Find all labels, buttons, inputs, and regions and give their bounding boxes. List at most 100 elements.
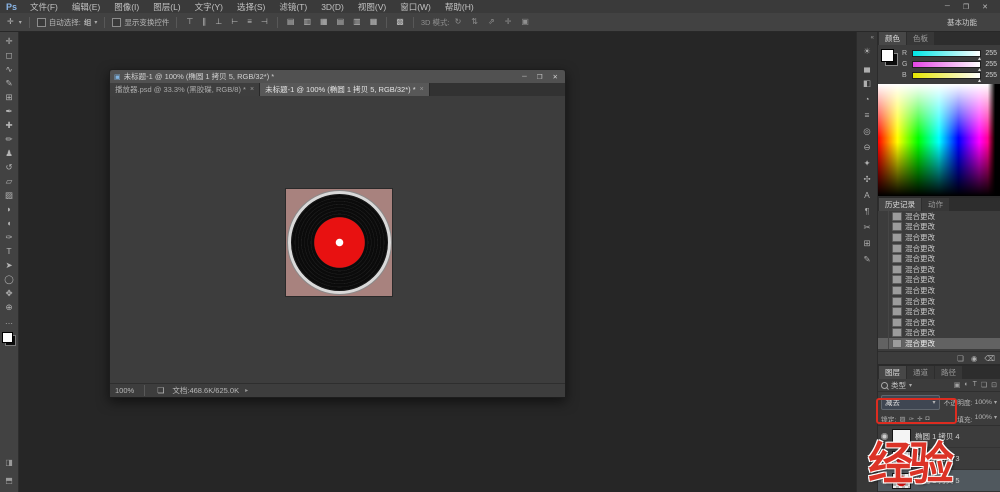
tab-close-icon[interactable]: × xyxy=(420,86,424,93)
marquee-tool-icon[interactable]: ◻ xyxy=(0,48,18,62)
menu-item[interactable]: 3D(D) xyxy=(314,2,351,12)
distribute-bottom-icon[interactable]: ▦ xyxy=(318,18,330,26)
workspace-switcher[interactable]: 基本功能 xyxy=(947,17,977,28)
3d-slide-icon[interactable]: ✛ xyxy=(503,18,514,26)
paragraph-icon[interactable]: ¶ xyxy=(857,203,877,219)
character-styles-icon[interactable]: A xyxy=(857,187,877,203)
filter-adjustment-icon[interactable]: ◐ xyxy=(964,381,968,389)
status-menu-arrow-icon[interactable]: ▸ xyxy=(245,387,248,394)
history-state-row[interactable]: 混合更改 xyxy=(878,264,1000,275)
history-state-row[interactable]: 混合更改 xyxy=(878,317,1000,328)
styles-icon[interactable]: ▄ xyxy=(857,59,877,75)
zoom-tool-icon[interactable]: ⊕ xyxy=(0,300,18,314)
history-source-column[interactable] xyxy=(880,222,889,233)
distribute-top-icon[interactable]: ▤ xyxy=(285,18,297,26)
3d-rotate-icon[interactable]: ↻ xyxy=(453,18,464,26)
delete-state-icon[interactable]: ⌫ xyxy=(984,354,995,363)
history-state-row[interactable]: 混合更改 xyxy=(878,253,1000,264)
menu-item[interactable]: 滤镜(T) xyxy=(272,1,314,13)
adjustments-icon[interactable]: ☀ xyxy=(857,43,877,59)
history-source-column[interactable] xyxy=(880,275,889,286)
clone-stamp-tool-icon[interactable]: ♟ xyxy=(0,146,18,160)
layers-panel-tab[interactable]: 路径 xyxy=(935,366,962,379)
history-source-column[interactable] xyxy=(880,285,889,296)
distribute-right-icon[interactable]: ▦ xyxy=(368,18,380,26)
history-source-column[interactable] xyxy=(880,232,889,243)
align-right-icon[interactable]: ⊣ xyxy=(259,18,270,26)
channel-value[interactable]: 255 xyxy=(984,72,997,79)
new-doc-from-state-icon[interactable]: ❏ xyxy=(957,354,964,363)
brush-panel-icon[interactable]: ⊞ xyxy=(857,235,877,251)
zoom-level[interactable]: 100% xyxy=(115,386,134,395)
layers-panel-tab[interactable]: 通道 xyxy=(907,366,934,379)
auto-select-checkbox[interactable] xyxy=(37,18,46,27)
3d-roll-icon[interactable]: ⇅ xyxy=(469,18,480,26)
edit-toolbar-icon[interactable]: … xyxy=(0,314,18,328)
align-vcenter-icon[interactable]: ∥ xyxy=(200,18,208,26)
history-state-row[interactable]: 混合更改 xyxy=(878,285,1000,296)
document-titlebar[interactable]: ▣ 未标题-1 @ 100% (椭圆 1 拷贝 5, RGB/32*) * ─ … xyxy=(110,70,565,83)
dodge-tool-icon[interactable]: ◖ xyxy=(0,216,18,230)
3d-scale-icon[interactable]: ▣ xyxy=(519,18,531,26)
filter-smart-object-icon[interactable]: ⊡ xyxy=(991,381,997,389)
document-tab[interactable]: 播放器.psd @ 33.3% (黑胶碟, RGB/8) * × xyxy=(110,83,260,96)
timeline-icon[interactable]: ⊖ xyxy=(857,139,877,155)
pen-tool-icon[interactable]: ✑ xyxy=(0,230,18,244)
history-state-row[interactable]: 混合更改 xyxy=(878,328,1000,339)
slider-marker-icon[interactable]: ▲ xyxy=(977,78,982,84)
eyedropper-tool-icon[interactable]: ✒ xyxy=(0,104,18,118)
history-source-column[interactable] xyxy=(880,328,889,339)
history-state-row[interactable]: 混合更改 xyxy=(878,306,1000,317)
path-selection-tool-icon[interactable]: ➤ xyxy=(0,258,18,272)
channel-slider[interactable]: ▲ xyxy=(912,50,981,57)
type-tool-icon[interactable]: T xyxy=(0,244,18,258)
doc-minimize-icon[interactable]: ─ xyxy=(522,73,527,81)
blur-tool-icon[interactable]: ◗ xyxy=(0,202,18,216)
chevron-down-icon[interactable]: ▾ xyxy=(994,414,997,424)
history-source-column[interactable] xyxy=(880,296,889,307)
history-source-column[interactable] xyxy=(880,243,889,254)
3d-drag-icon[interactable]: ⇗ xyxy=(486,18,497,26)
align-hcenter-icon[interactable]: ≡ xyxy=(245,18,254,26)
color-spectrum-ramp[interactable] xyxy=(878,84,1000,196)
document-tab[interactable]: 未标题-1 @ 100% (椭圆 1 拷贝 5, RGB/32*) * × xyxy=(260,83,430,96)
panel-foreground-swatch[interactable] xyxy=(881,49,894,62)
tab-swatches[interactable]: 色板 xyxy=(907,32,934,45)
paths-ops-icon[interactable]: ✂ xyxy=(857,219,877,235)
history-brush-tool-icon[interactable]: ↺ xyxy=(0,160,18,174)
auto-select-value[interactable]: 组 xyxy=(84,17,92,28)
channel-slider[interactable]: ▲ xyxy=(912,61,981,68)
tool-preset-caret-icon[interactable]: ▾ xyxy=(19,19,22,26)
doc-close-icon[interactable]: ✕ xyxy=(553,73,558,81)
character-icon[interactable]: ✣ xyxy=(857,171,877,187)
color-swatches[interactable] xyxy=(2,332,16,346)
panel-color-swatches[interactable] xyxy=(881,49,898,66)
move-tool-icon[interactable]: ✛ xyxy=(0,34,18,48)
menu-item[interactable]: 图像(I) xyxy=(107,1,146,13)
menu-item[interactable]: 窗口(W) xyxy=(393,1,438,13)
align-top-icon[interactable]: ⊤ xyxy=(184,18,195,26)
tab-history[interactable]: 历史记录 xyxy=(879,198,921,211)
menu-item[interactable]: 选择(S) xyxy=(230,1,272,13)
history-source-column[interactable] xyxy=(880,317,889,328)
filter-type-label[interactable]: 类型 xyxy=(891,380,906,391)
quick-mask-icon[interactable]: ◨ xyxy=(5,458,13,467)
show-transform-checkbox[interactable] xyxy=(112,18,121,27)
channel-value[interactable]: 255 xyxy=(984,50,997,57)
channel-value[interactable]: 255 xyxy=(984,61,997,68)
brush-presets-icon[interactable]: ✎ xyxy=(857,251,877,267)
history-source-column[interactable] xyxy=(880,338,889,349)
hand-tool-icon[interactable]: ✥ xyxy=(0,286,18,300)
new-snapshot-icon[interactable]: ◉ xyxy=(971,354,978,363)
chevron-down-icon[interactable]: ▾ xyxy=(909,382,912,389)
clone-source-icon[interactable]: ◎ xyxy=(857,123,877,139)
move-tool-option-icon[interactable]: ✛ xyxy=(5,18,16,26)
tab-close-icon[interactable]: × xyxy=(250,86,254,93)
minimize-icon[interactable]: ─ xyxy=(945,3,950,11)
opacity-value[interactable]: 100% xyxy=(975,399,992,406)
history-state-row[interactable]: 混合更改 xyxy=(878,338,1000,349)
history-state-row[interactable]: 混合更改 xyxy=(878,222,1000,233)
doc-maximize-icon[interactable]: ❐ xyxy=(537,73,543,81)
align-bottom-icon[interactable]: ⊥ xyxy=(213,18,224,26)
chevron-down-icon[interactable]: ▾ xyxy=(94,19,97,26)
